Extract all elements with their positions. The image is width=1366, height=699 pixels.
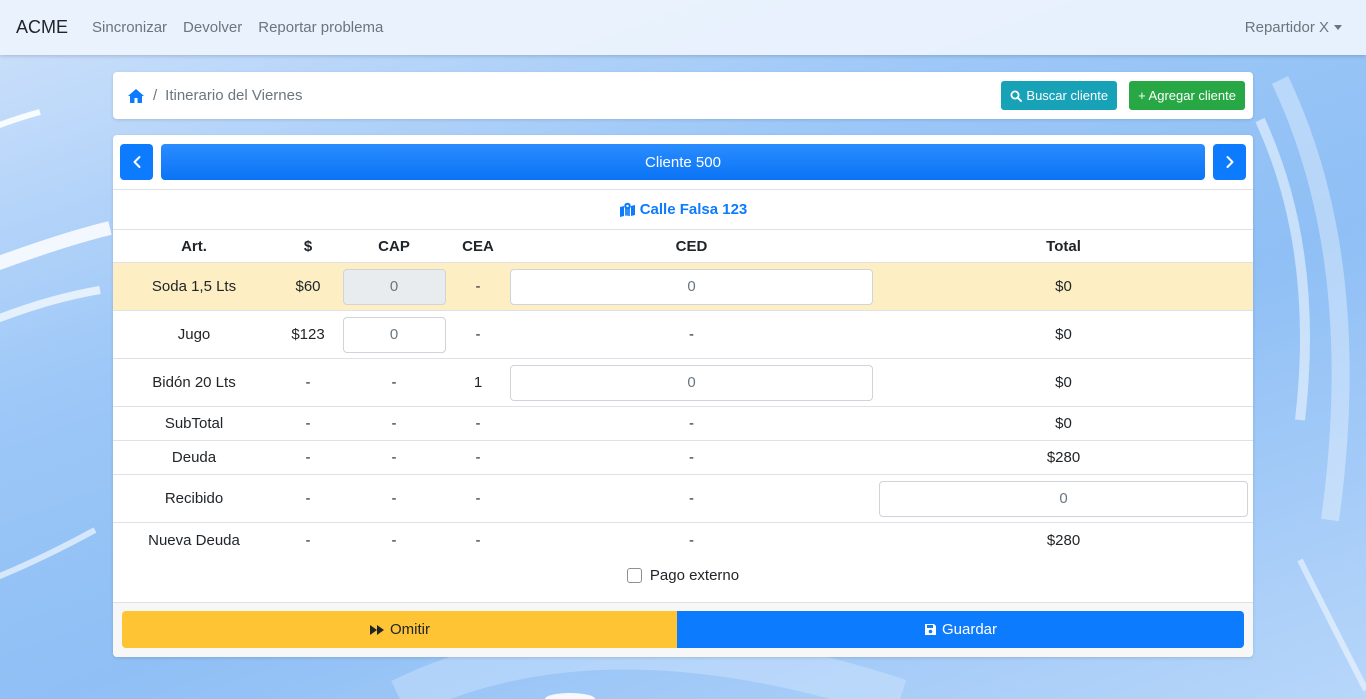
cell-art: Recibido [164,490,224,507]
table-row: Deuda - - - - $280 [113,441,1253,475]
omit-button[interactable]: Omitir [122,611,677,648]
cell-price: - [305,449,311,466]
save-button[interactable]: Guardar [677,611,1244,648]
search-icon [1010,90,1023,102]
next-client-button[interactable] [1213,144,1246,180]
cell-ced: - [689,415,694,432]
nav-link-reportar-problema[interactable]: Reportar problema [258,19,383,36]
home-icon[interactable] [127,87,145,105]
cell-ced: - [689,326,694,343]
table-row: SubTotal - - - - $0 [113,407,1253,441]
external-payment-row: Pago externo [113,563,1253,587]
add-client-button[interactable]: + Agregar cliente [1129,81,1245,110]
cell-art: SubTotal [164,415,224,432]
cell-ced: - [689,490,694,507]
cap-input: 0 [342,268,446,305]
top-navbar: ACME Sincronizar Devolver Reportar probl… [0,0,1366,55]
received-input[interactable]: 0 [879,480,1248,517]
cell-cap: - [391,449,397,466]
client-card: Cliente 500 Calle Falsa 123 Art. $ CAP C… [113,135,1253,657]
save-icon [924,624,936,635]
cell-total: $0 [1055,415,1072,432]
table-row: Nueva Deuda - - - - $280 [113,523,1253,557]
table-row: Jugo $123 0 - - $0 [113,311,1253,359]
client-name-button[interactable]: Cliente 500 [161,144,1205,180]
cell-cap: - [391,531,397,549]
cell-price: - [305,374,311,391]
ced-input[interactable]: 0 [510,364,873,401]
cell-art: Nueva Deuda [148,531,240,549]
table-row: Bidón 20 Lts - - 1 0 $0 [113,359,1253,407]
cell-ced: - [689,449,694,466]
omit-label: Omitir [390,621,430,638]
cap-input[interactable]: 0 [342,316,446,353]
cell-total: $0 [1055,326,1072,343]
fast-forward-icon [370,624,384,635]
map-marked-icon [619,202,635,217]
cell-cea: - [475,490,481,507]
cell-price: - [305,415,311,432]
previous-client-button[interactable] [120,144,153,180]
cell-cea: 1 [473,374,483,391]
cell-cea: - [475,531,481,549]
header-cea: CEA [462,237,494,255]
table-row: Recibido - - - - 0 [113,475,1253,523]
cell-cea: - [475,326,481,343]
cell-total: $280 [1046,449,1081,466]
add-client-label: + Agregar cliente [1138,88,1236,103]
card-footer: Omitir Guardar [113,602,1253,657]
search-client-label: Buscar cliente [1026,88,1109,103]
header-art: Art. [181,237,207,255]
cell-cea: - [475,415,481,432]
brand-logo[interactable]: ACME [16,17,68,38]
breadcrumb-separator: / [153,87,158,104]
table-header: Art. $ CAP CEA CED Total [113,229,1253,263]
breadcrumb-current: Itinerario del Viernes [165,87,303,104]
cell-cap: - [391,374,397,391]
nav-link-sincronizar[interactable]: Sincronizar [92,19,167,36]
chevron-right-icon [1226,156,1233,168]
save-label: Guardar [941,621,998,638]
cell-cea: - [475,449,481,466]
breadcrumb-card: / Itinerario del Viernes Buscar cliente … [113,72,1253,119]
chevron-left-icon [133,156,140,168]
cell-total: $0 [1055,374,1072,391]
cell-price: $123 [291,326,325,343]
cell-art: Jugo [177,326,211,343]
search-client-button[interactable]: Buscar cliente [1001,81,1118,110]
header-cap: CAP [378,237,410,255]
user-dropdown[interactable]: Repartidor X [1245,19,1342,36]
client-address-link[interactable]: Calle Falsa 123 [113,190,1253,229]
nav-link-devolver[interactable]: Devolver [183,19,242,36]
ced-input[interactable]: 0 [510,268,873,305]
cell-total: $0 [1055,278,1072,295]
cell-price: - [305,490,311,507]
client-navigator: Cliente 500 [120,144,1246,180]
cell-cap: - [391,415,397,432]
header-ced: CED [675,237,708,255]
cell-cap: - [391,490,397,507]
table-row: Soda 1,5 Lts $60 0 - 0 $0 [113,263,1253,311]
external-payment-label[interactable]: Pago externo [650,567,739,584]
cell-ced: - [689,531,694,549]
client-address: Calle Falsa 123 [639,201,748,218]
cell-art: Deuda [171,449,217,466]
header-price: $ [303,237,313,255]
external-payment-checkbox[interactable] [626,567,642,583]
cell-price: - [305,531,311,549]
cell-art: Soda 1,5 Lts [151,278,237,295]
cell-art: Bidón 20 Lts [152,374,236,391]
cell-cea: - [475,278,481,295]
cell-price: $60 [295,278,321,295]
caret-down-icon [1334,25,1342,30]
header-total: Total [1046,237,1081,255]
cell-total: $280 [1046,531,1081,549]
user-name: Repartidor X [1244,19,1329,36]
